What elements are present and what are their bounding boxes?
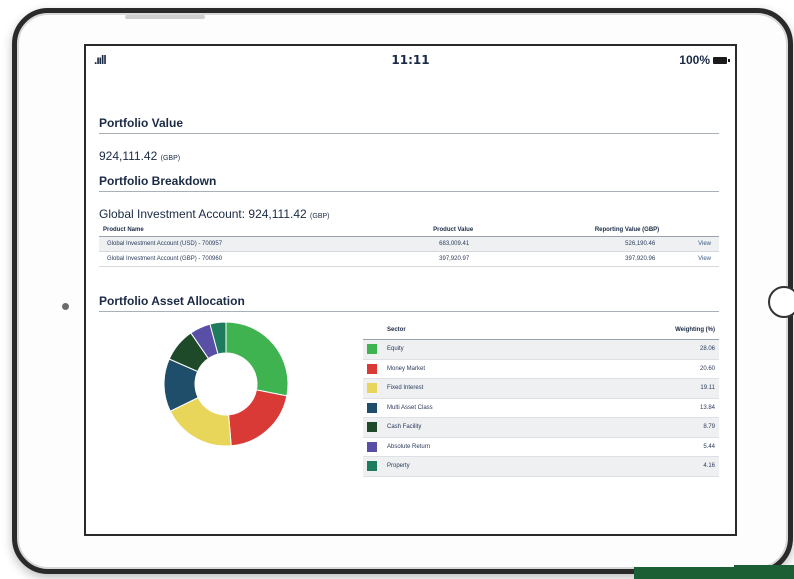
sector-name: Property xyxy=(383,456,561,477)
sector-name: Cash Facility xyxy=(383,417,561,438)
sector-swatch xyxy=(363,359,383,379)
col-sector: Sector xyxy=(383,322,561,340)
camera-dot xyxy=(62,303,69,310)
product-table: Product Name Product Value Reporting Val… xyxy=(99,224,719,267)
sector-weight: 5.44 xyxy=(560,437,719,457)
color-swatch xyxy=(367,441,377,452)
sector-name: Absolute Return xyxy=(383,437,561,457)
volume-buttons xyxy=(125,15,205,19)
sector-row: Equity 28.06 xyxy=(363,339,719,360)
col-swatch xyxy=(363,322,383,340)
donut-slice xyxy=(228,389,288,447)
col-weighting: Weighting (%) xyxy=(560,322,719,340)
sector-swatch xyxy=(363,339,383,360)
screen: .ııll 11:11 100% Portfolio Value 924,111… xyxy=(84,44,737,536)
color-swatch xyxy=(367,422,377,433)
sector-row: Money Market 20.60 xyxy=(363,359,719,379)
product-value: 397,920.97 xyxy=(396,251,478,267)
portfolio-value-title: Portfolio Value xyxy=(99,116,184,130)
sector-swatch xyxy=(363,378,383,399)
sector-swatch xyxy=(363,398,383,418)
sector-row: Absolute Return 5.44 xyxy=(363,437,719,457)
product-value: 683,009.41 xyxy=(396,236,478,252)
sector-weight: 8.79 xyxy=(560,417,719,438)
color-swatch xyxy=(367,344,377,355)
battery-percent: 100% xyxy=(679,53,710,67)
account-label: Global Investment Account: 924,111.42 xyxy=(99,207,307,221)
account-currency: (GBP) xyxy=(310,213,330,220)
col-action xyxy=(663,224,719,237)
corner-accent-line xyxy=(734,565,794,567)
col-product-value: Product Value xyxy=(396,224,478,237)
color-swatch xyxy=(367,461,377,472)
sector-weight: 20.60 xyxy=(560,359,719,379)
reporting-value: 526,190.46 xyxy=(477,236,664,252)
portfolio-value-number: 924,111.42 xyxy=(99,149,158,163)
sector-table: Sector Weighting (%) Equity 28.06 Money Ma… xyxy=(363,322,719,477)
sector-name: Multi Asset Class xyxy=(383,398,561,418)
sector-swatch xyxy=(363,417,383,438)
home-button[interactable] xyxy=(768,286,794,318)
color-swatch xyxy=(367,402,377,413)
sector-weight: 19.11 xyxy=(560,378,719,399)
battery-icon xyxy=(713,56,730,64)
reporting-value: 397,920.96 xyxy=(477,251,664,267)
corner-accent xyxy=(634,567,794,579)
sector-row: Cash Facility 8.79 xyxy=(363,417,719,438)
portfolio-value-amount: 924,111.42 (GBP) xyxy=(99,149,180,163)
divider xyxy=(99,311,719,312)
table-row: Global Investment Account (GBP) - 700960… xyxy=(99,251,719,267)
account-summary: Global Investment Account: 924,111.42 (G… xyxy=(99,207,330,221)
sector-weight: 4.16 xyxy=(560,456,719,477)
product-name: Global Investment Account (GBP) - 700960 xyxy=(99,251,397,267)
sector-row: Property 4.16 xyxy=(363,456,719,477)
sector-swatch xyxy=(363,456,383,477)
sector-row: Fixed Interest 19.11 xyxy=(363,378,719,399)
sector-weight: 28.06 xyxy=(560,339,719,360)
col-reporting-value: Reporting Value (GBP) xyxy=(477,224,664,237)
color-swatch xyxy=(367,383,377,394)
product-name: Global Investment Account (USD) - 700957 xyxy=(99,236,397,252)
asset-allocation-title: Portfolio Asset Allocation xyxy=(99,294,245,308)
donut-slice xyxy=(225,321,289,397)
status-time: 11:11 xyxy=(391,53,430,67)
portfolio-breakdown-title: Portfolio Breakdown xyxy=(99,174,217,188)
table-row: Global Investment Account (USD) - 700957… xyxy=(99,236,719,252)
sector-name: Equity xyxy=(383,339,561,360)
divider xyxy=(99,191,719,192)
view-link[interactable]: View xyxy=(663,251,719,267)
divider xyxy=(99,133,719,134)
portfolio-value-currency: (GBP) xyxy=(160,155,181,162)
allocation-donut-chart xyxy=(163,321,289,447)
sector-name: Money Market xyxy=(383,359,561,379)
battery-status: 100% xyxy=(679,53,730,67)
status-bar: .ııll 11:11 100% xyxy=(86,46,735,72)
col-product-name: Product Name xyxy=(99,224,397,237)
sector-weight: 13.84 xyxy=(560,398,719,418)
sector-row: Multi Asset Class 13.84 xyxy=(363,398,719,418)
view-link[interactable]: View xyxy=(663,236,719,252)
sector-swatch xyxy=(363,437,383,457)
color-swatch xyxy=(367,363,377,374)
sector-name: Fixed Interest xyxy=(383,378,561,399)
